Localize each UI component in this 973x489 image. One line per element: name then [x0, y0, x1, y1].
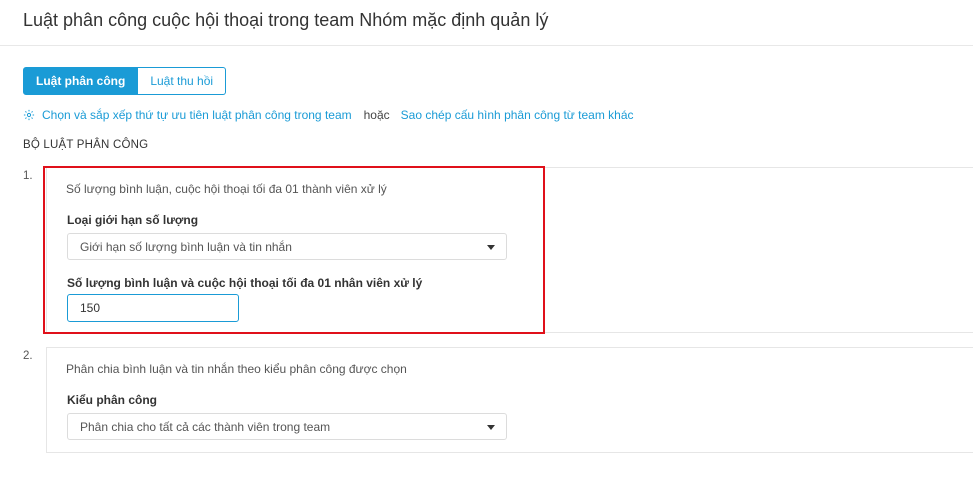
tab-recall-rules[interactable]: Luật thu hồi — [138, 67, 227, 95]
rule-card: Phân chia bình luận và tin nhắn theo kiể… — [46, 347, 973, 453]
max-conversations-input[interactable] — [67, 294, 239, 322]
limit-type-value: Giới hạn số lượng bình luận và tin nhắn — [80, 240, 292, 254]
or-text: hoặc — [363, 108, 390, 122]
rule-card: Số lượng bình luận, cuộc hội thoại tối đ… — [46, 167, 973, 333]
rule-tabs: Luật phân công Luật thu hồi — [23, 67, 227, 95]
max-conversations-label: Số lượng bình luận và cuộc hội thoại tối… — [67, 276, 423, 290]
caret-down-icon — [487, 425, 495, 430]
assign-type-label: Kiểu phân công — [67, 393, 157, 407]
assign-type-select[interactable]: Phân chia cho tất cả các thành viên tron… — [67, 413, 507, 440]
limit-type-select[interactable]: Giới hạn số lượng bình luận và tin nhắn — [67, 233, 507, 260]
caret-down-icon — [487, 245, 495, 250]
copy-config-link[interactable]: Sao chép cấu hình phân công từ team khác — [401, 108, 634, 122]
priority-order-link[interactable]: Chọn và sắp xếp thứ tự ưu tiên luật phân… — [42, 108, 352, 122]
gear-icon — [23, 109, 35, 121]
rule-description: Phân chia bình luận và tin nhắn theo kiể… — [66, 362, 407, 376]
limit-type-label: Loại giới hạn số lượng — [67, 213, 199, 227]
assign-type-value: Phân chia cho tất cả các thành viên tron… — [80, 420, 331, 434]
page-title: Luật phân công cuộc hội thoại trong team… — [23, 10, 549, 30]
tab-assignment-rules[interactable]: Luật phân công — [23, 67, 139, 95]
rule-number: 2. — [23, 350, 33, 362]
rule-number: 1. — [23, 170, 33, 182]
rule-description: Số lượng bình luận, cuộc hội thoại tối đ… — [66, 182, 387, 196]
page-header: Luật phân công cuộc hội thoại trong team… — [0, 0, 973, 46]
rule-links: Chọn và sắp xếp thứ tự ưu tiên luật phân… — [23, 108, 634, 122]
section-title: BỘ LUẬT PHÂN CÔNG — [23, 139, 149, 151]
